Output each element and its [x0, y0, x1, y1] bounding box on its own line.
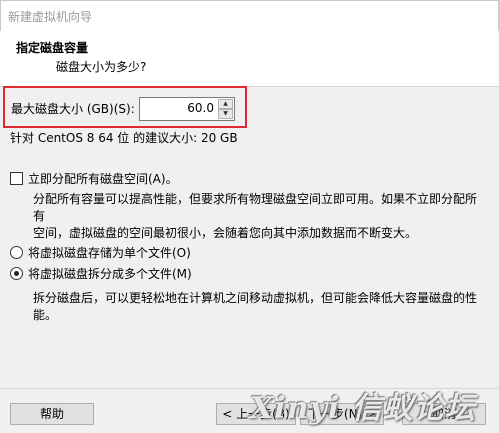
help-button[interactable]: 帮助 [10, 403, 94, 425]
single-file-radio[interactable] [10, 246, 23, 259]
single-file-label[interactable]: 将虚拟磁盘存储为单个文件(O) [28, 244, 191, 261]
split-files-radio[interactable] [10, 267, 23, 280]
disk-size-label: 最大磁盘大小 (GB)(S): [11, 102, 135, 116]
page-title: 指定磁盘容量 [16, 41, 89, 55]
allocate-desc-line1: 分配所有容量可以提高性能，但要求所有物理磁盘空间立即可用。如果不立即分配所有 [33, 192, 478, 223]
spin-up-icon[interactable]: ▲ [218, 99, 233, 109]
recommended-size-text: 针对 CentOS 8 64 位 的建议大小: 20 GB [10, 131, 238, 145]
wizard-header: 指定磁盘容量 磁盘大小为多少? [0, 31, 499, 87]
single-file-option[interactable]: 将虚拟磁盘存储为单个文件(O) [10, 244, 191, 261]
split-files-option[interactable]: 将虚拟磁盘拆分成多个文件(M) [10, 265, 192, 282]
page-subtitle: 磁盘大小为多少? [56, 60, 147, 74]
window-title: 新建虚拟机向导 [8, 10, 93, 24]
split-desc-line2: 能。 [33, 308, 58, 322]
allocate-description: 分配所有容量可以提高性能，但要求所有物理磁盘空间立即可用。如果不立即分配所有 空… [33, 191, 488, 242]
spin-down-icon[interactable]: ▼ [218, 109, 233, 119]
split-description: 拆分磁盘后，可以更轻松地在计算机之间移动虚拟机，但可能会降低大容量磁盘的性 能。 [33, 290, 488, 324]
split-files-label[interactable]: 将虚拟磁盘拆分成多个文件(M) [28, 265, 192, 282]
disk-size-spinner[interactable]: 60.0 ▲ ▼ [139, 97, 235, 121]
allocate-now-label[interactable]: 立即分配所有磁盘空间(A)。 [28, 170, 178, 187]
disk-size-input[interactable]: 60.0 [187, 101, 214, 115]
watermark: Xinyi 信蚁论坛 [250, 391, 476, 426]
spinner-arrows[interactable]: ▲ ▼ [218, 99, 233, 119]
allocate-now-checkbox[interactable] [10, 172, 23, 185]
allocate-desc-line2: 空间，虚拟磁盘的空间最初很小，会随着您向其中添加数据而不断变大。 [33, 226, 418, 240]
split-desc-line1: 拆分磁盘后，可以更轻松地在计算机之间移动虚拟机，但可能会降低大容量磁盘的性 [33, 291, 478, 305]
allocate-now-option[interactable]: 立即分配所有磁盘空间(A)。 [10, 170, 178, 187]
title-bar: 新建虚拟机向导 [0, 0, 499, 31]
